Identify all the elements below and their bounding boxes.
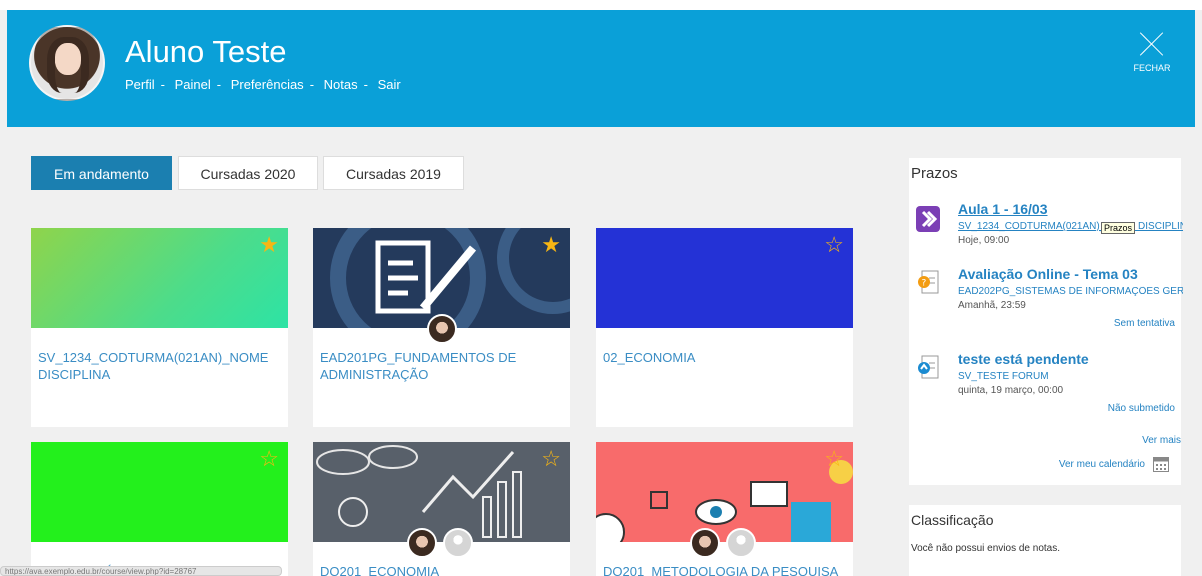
star-filled-icon[interactable]: ★ bbox=[259, 234, 279, 256]
star-empty-icon[interactable]: ☆ bbox=[259, 448, 279, 470]
event-course[interactable]: SV_TESTE FORUM bbox=[958, 371, 1183, 382]
event-course[interactable]: EAD202PG_SISTEMAS DE INFORMAÇÕES GERENCI… bbox=[958, 286, 1183, 297]
lesson-icon bbox=[916, 206, 940, 232]
default-avatar[interactable] bbox=[726, 528, 756, 558]
teacher-avatar[interactable] bbox=[427, 314, 457, 344]
star-empty-icon[interactable]: ☆ bbox=[541, 448, 561, 470]
course-title[interactable]: DO201_ECONOMIA bbox=[320, 563, 568, 576]
grades-message: Você não possui envios de notas. bbox=[911, 543, 1060, 554]
event-title[interactable]: Aula 1 - 16/03 bbox=[958, 201, 1183, 217]
close-icon bbox=[1138, 30, 1166, 58]
grades-title: Classificação bbox=[911, 512, 994, 528]
event-date: quinta, 19 março, 00:00 bbox=[958, 385, 1064, 396]
course-card[interactable]: ★ EAD201PG_FUNDAMENTOS DE ADMINISTRAÇÃO bbox=[313, 228, 570, 427]
course-card[interactable]: ☆ 11_MATEMÁTICA FINANCEIRA bbox=[31, 442, 288, 576]
event-date: Hoje, 09:00 bbox=[958, 235, 1010, 246]
user-links: Perfil - Painel - Preferências - Notas - Sai… bbox=[125, 77, 401, 92]
research-illustration bbox=[596, 460, 853, 551]
attempt-status[interactable]: Sem tentativa bbox=[1060, 318, 1175, 329]
tooltip: Prazos bbox=[1101, 222, 1136, 234]
star-empty-icon[interactable]: ☆ bbox=[824, 448, 844, 470]
deadlines-title: Prazos bbox=[911, 165, 958, 182]
close-button[interactable]: FECHAR bbox=[1127, 30, 1177, 73]
course-image bbox=[313, 442, 570, 542]
course-title[interactable]: EAD201PG_FUNDAMENTOS DE ADMINISTRAÇÃO bbox=[320, 349, 568, 383]
deadline-event: teste está pendente SV_TESTE FORUM quint… bbox=[958, 351, 1183, 396]
profile-header: Aluno Teste Perfil - Painel - Preferências… bbox=[7, 10, 1195, 127]
user-avatar[interactable] bbox=[29, 25, 105, 101]
user-name: Aluno Teste bbox=[125, 34, 287, 69]
browser-status-bar: https://ava.exemplo.edu.br/course/view.p… bbox=[0, 566, 282, 576]
assignment-icon bbox=[916, 355, 940, 381]
close-label: FECHAR bbox=[1133, 63, 1171, 73]
event-title[interactable]: teste está pendente bbox=[958, 351, 1183, 367]
grades-link[interactable]: Notas bbox=[324, 77, 358, 92]
star-filled-icon[interactable]: ★ bbox=[541, 234, 561, 256]
event-title[interactable]: Avaliação Online - Tema 03 bbox=[958, 266, 1183, 282]
course-image bbox=[596, 442, 853, 551]
submission-status[interactable]: Não submetido bbox=[1060, 403, 1175, 414]
logout-link[interactable]: Sair bbox=[378, 77, 401, 92]
see-more-link[interactable]: Ver mais bbox=[1100, 435, 1181, 446]
money-chart-illustration bbox=[316, 445, 522, 538]
teacher-avatar[interactable] bbox=[407, 528, 437, 558]
course-image bbox=[31, 442, 288, 542]
course-title[interactable]: DO201_METODOLOGIA DA PESQUISA bbox=[603, 563, 851, 576]
course-image bbox=[313, 228, 570, 356]
star-empty-icon[interactable]: ☆ bbox=[824, 234, 844, 256]
course-card[interactable]: ★ SV_1234_CODTURMA(021AN)_NOME DISCIPLIN… bbox=[31, 228, 288, 427]
tab-2020[interactable]: Cursadas 2020 bbox=[178, 156, 318, 190]
event-date: Amanhã, 23:59 bbox=[958, 300, 1026, 311]
avatar-face bbox=[55, 43, 81, 75]
calendar-icon[interactable] bbox=[1153, 457, 1169, 472]
course-card[interactable]: ☆ DO201_ECONOMIA bbox=[313, 442, 570, 576]
dashboard-link[interactable]: Painel bbox=[175, 77, 211, 92]
course-card[interactable]: ☆ 02_ECONOMIA bbox=[596, 228, 853, 427]
tab-2019[interactable]: Cursadas 2019 bbox=[323, 156, 464, 190]
course-title[interactable]: SV_1234_CODTURMA(021AN)_NOME DISCIPLINA bbox=[38, 349, 286, 383]
teacher-avatar[interactable] bbox=[690, 528, 720, 558]
course-card[interactable]: ☆ DO201_METODOLOGIA DA PESQUISA bbox=[596, 442, 853, 576]
preferences-link[interactable]: Preferências bbox=[231, 77, 304, 92]
tab-in-progress[interactable]: Em andamento bbox=[31, 156, 172, 190]
calendar-link[interactable]: Ver meu calendário bbox=[1040, 459, 1145, 470]
profile-link[interactable]: Perfil bbox=[125, 77, 155, 92]
event-course[interactable]: SV_1234_CODTURMA(021AN)_NOME DISCIPLINA bbox=[958, 221, 1183, 232]
svg-text:?: ? bbox=[922, 279, 927, 289]
top-strip bbox=[0, 0, 1202, 10]
course-image bbox=[31, 228, 288, 328]
quiz-icon: ? bbox=[916, 270, 940, 296]
deadline-event: Avaliação Online - Tema 03 EAD202PG_SIST… bbox=[958, 266, 1183, 311]
default-avatar[interactable] bbox=[443, 528, 473, 558]
document-pen-illustration bbox=[330, 228, 570, 356]
course-image bbox=[596, 228, 853, 328]
deadline-event: Aula 1 - 16/03 SV_1234_CODTURMA(021AN)_N… bbox=[958, 201, 1183, 246]
course-title[interactable]: 02_ECONOMIA bbox=[603, 349, 851, 366]
